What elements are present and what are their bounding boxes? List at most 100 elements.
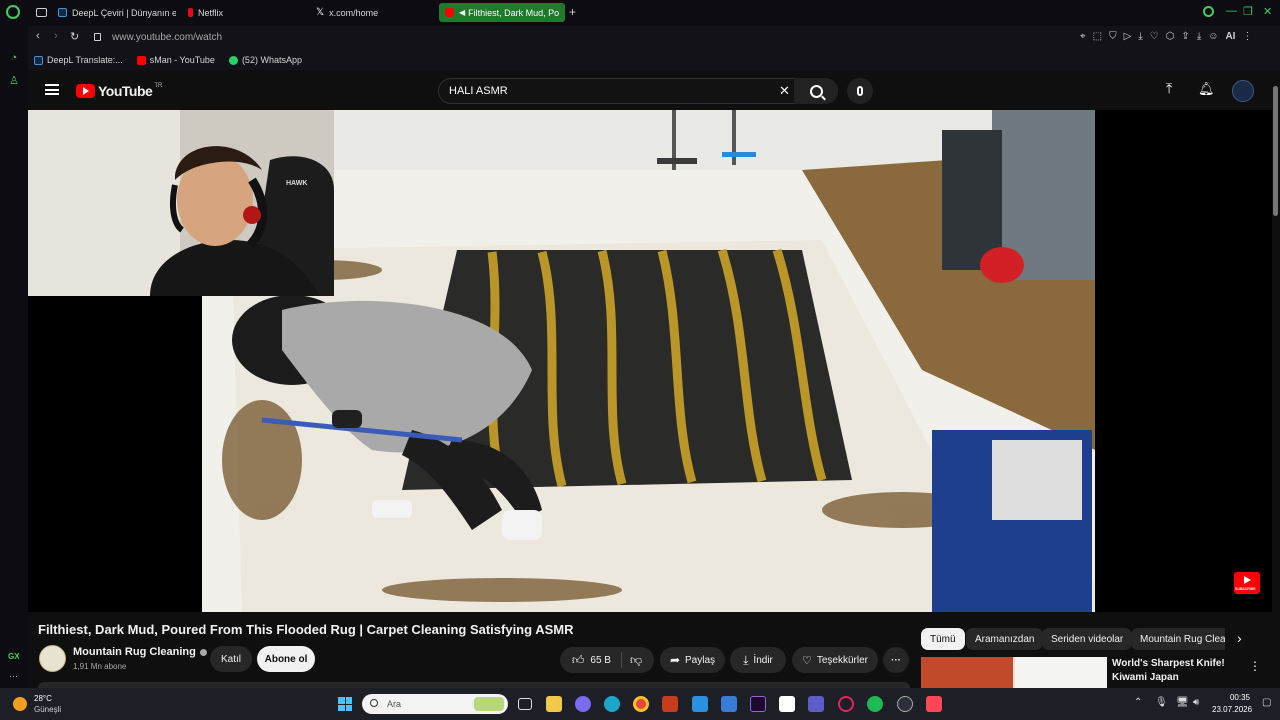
join-button[interactable]: Katıl bbox=[210, 646, 252, 672]
downloads-tray-icon[interactable]: ⤓ bbox=[1197, 31, 1201, 42]
netflix-favicon-icon bbox=[188, 8, 193, 17]
taskbar-date[interactable]: 23.07.2026 bbox=[1212, 705, 1252, 714]
chip-channel[interactable]: Mountain Rug Clea bbox=[1131, 628, 1225, 650]
subscribe-watermark[interactable]: SUBSCRIBE bbox=[1234, 572, 1260, 594]
chip-all[interactable]: Tümü bbox=[921, 628, 965, 650]
tray-network-icon[interactable]: 🖥︎ bbox=[1176, 697, 1189, 708]
thanks-button[interactable]: ♡ Teşekkürler bbox=[792, 647, 878, 673]
teams-icon[interactable] bbox=[808, 696, 824, 712]
more-actions-button[interactable]: ··· bbox=[883, 647, 909, 673]
mail-icon[interactable] bbox=[692, 696, 708, 712]
chip-from-series[interactable]: Seriden videolar bbox=[1042, 628, 1133, 650]
youtube-logo-text: YouTube bbox=[98, 83, 153, 99]
download-button[interactable]: ⤓ İndir bbox=[730, 647, 786, 673]
edge-icon[interactable] bbox=[604, 696, 620, 712]
youtube-favicon-icon bbox=[136, 55, 146, 65]
search-input[interactable]: HALI ASMR bbox=[449, 85, 508, 97]
tab-overview-icon[interactable] bbox=[36, 8, 47, 17]
channel-avatar[interactable] bbox=[39, 645, 66, 672]
menu-dots-icon[interactable]: ⋮ bbox=[1242, 31, 1252, 42]
bookmark-deepl[interactable]: DeepL Translate:... bbox=[34, 55, 123, 65]
new-tab-button[interactable]: + bbox=[569, 5, 576, 19]
steam-icon[interactable] bbox=[897, 696, 913, 712]
file-explorer-icon[interactable] bbox=[546, 696, 562, 712]
tray-volume-icon[interactable]: 🔊︎ bbox=[1193, 697, 1199, 708]
opera-gx-taskbar-icon[interactable] bbox=[838, 696, 854, 712]
chrome-icon[interactable] bbox=[633, 696, 649, 712]
youtube-favicon-icon bbox=[445, 8, 454, 17]
premiere-icon[interactable] bbox=[750, 696, 766, 712]
youtube-logo[interactable]: YouTube TR bbox=[76, 83, 162, 99]
heart-icon[interactable]: ♡ bbox=[1150, 31, 1159, 42]
bookmark-whatsapp[interactable]: (52) WhatsApp bbox=[228, 55, 302, 65]
bookmark-youtube[interactable]: sMan - YouTube bbox=[136, 55, 215, 65]
gx-control-icon[interactable]: ◔ bbox=[7, 52, 21, 66]
chip-from-search[interactable]: Aramanızdan bbox=[966, 628, 1044, 650]
tab-x[interactable]: 𝕏 x.com/home bbox=[316, 3, 436, 22]
profile-icon[interactable]: ☺ bbox=[1208, 31, 1218, 42]
capcut-icon[interactable] bbox=[779, 696, 795, 712]
sidebar-more-icon[interactable]: ··· bbox=[9, 671, 18, 681]
shield-icon[interactable]: ⛉ bbox=[1109, 31, 1117, 42]
tray-mic-icon[interactable]: 🎙︎ bbox=[1155, 697, 1168, 708]
restore-icon[interactable]: ❐ bbox=[1243, 5, 1253, 18]
upload-icon[interactable]: ⤒ bbox=[1166, 80, 1172, 97]
task-view-icon[interactable] bbox=[518, 698, 532, 710]
recommendation-more-icon[interactable]: ⋮ bbox=[1249, 659, 1261, 673]
voice-search-button[interactable] bbox=[847, 78, 873, 104]
bookmark-label: (52) WhatsApp bbox=[241, 55, 302, 65]
back-icon[interactable]: ‹ bbox=[36, 30, 40, 42]
powerpoint-icon[interactable] bbox=[662, 696, 678, 712]
reload-icon[interactable]: ↻ bbox=[70, 30, 79, 43]
spotify-icon[interactable] bbox=[867, 696, 883, 712]
copilot-icon[interactable] bbox=[575, 696, 591, 712]
channel-name[interactable]: Mountain Rug Cleaning bbox=[73, 646, 207, 658]
page-scrollbar[interactable] bbox=[1272, 72, 1280, 612]
subscribe-button[interactable]: Abone ol bbox=[257, 646, 315, 672]
avatar[interactable] bbox=[1232, 80, 1254, 102]
search-button[interactable] bbox=[794, 78, 838, 104]
download-icon[interactable]: ⤓ bbox=[1138, 31, 1142, 42]
like-button[interactable]: 👍︎ 65 B bbox=[572, 653, 611, 668]
tab-youtube-active[interactable]: ◀ Filthiest, Dark Mud, Po bbox=[439, 3, 565, 22]
store-icon[interactable] bbox=[721, 696, 737, 712]
scrollbar-thumb[interactable] bbox=[1273, 86, 1278, 216]
address-bar: ‹ › ↻ www.youtube.com/watch ⌖ ⬚ ⛉ ▷ ⤓ ♡ … bbox=[28, 26, 1280, 50]
aria-ai-icon[interactable]: AI bbox=[1225, 31, 1235, 42]
player-icon[interactable]: ▷ bbox=[1124, 31, 1132, 42]
recommendation-title[interactable]: World's Sharpest Knife! Kiwami Japan bbox=[1112, 657, 1244, 685]
pin-icon[interactable]: ⌖ bbox=[1080, 31, 1086, 42]
url-field[interactable]: www.youtube.com/watch bbox=[112, 32, 222, 43]
extensions-icon[interactable]: ⬡ bbox=[1166, 31, 1175, 42]
tray-overflow-icon[interactable]: ⌃ bbox=[1134, 697, 1142, 708]
notifications-bell-icon[interactable]: 🔔︎ bbox=[1198, 81, 1215, 97]
verified-icon bbox=[199, 648, 207, 656]
opera-gx-logo-icon[interactable] bbox=[6, 5, 20, 19]
video-player[interactable]: HAWK SUBSCRIBE bbox=[28, 110, 1272, 612]
taskbar-time[interactable]: 00:35 bbox=[1226, 693, 1250, 702]
hamburger-menu-icon[interactable] bbox=[45, 84, 59, 95]
dislike-icon[interactable]: 👎︎ bbox=[630, 653, 642, 668]
search-tabs-icon[interactable] bbox=[1203, 6, 1214, 17]
valorant-icon[interactable] bbox=[926, 696, 942, 712]
tab-netflix[interactable]: Netflix bbox=[188, 3, 308, 22]
tab-label: Filthiest, Dark Mud, Po bbox=[468, 7, 560, 18]
bookmarks-bar: DeepL Translate:... sMan - YouTube (52) … bbox=[28, 50, 1280, 70]
snapshot-icon[interactable]: ⬚ bbox=[1093, 31, 1102, 42]
tab-deepl[interactable]: DeepL Çeviri | Dünyanın en bbox=[58, 3, 176, 22]
chips-next-icon[interactable]: › bbox=[1237, 630, 1242, 646]
gx-corner-icon[interactable]: ♙ bbox=[7, 74, 21, 88]
sidebar-gx-label[interactable]: GX bbox=[8, 652, 20, 661]
share-page-icon[interactable]: ⇪ bbox=[1181, 31, 1189, 42]
share-button[interactable]: ➦ Paylaş bbox=[660, 647, 725, 673]
forward-icon[interactable]: › bbox=[54, 30, 58, 42]
notifications-icon[interactable]: ▢ bbox=[1262, 697, 1271, 708]
weather-sun-icon[interactable] bbox=[13, 697, 27, 711]
start-button-icon[interactable] bbox=[338, 697, 352, 711]
close-icon[interactable]: ✕ bbox=[1263, 5, 1272, 18]
clear-search-icon[interactable]: ✕ bbox=[779, 83, 790, 99]
taskbar-search-box[interactable]: Ara bbox=[362, 694, 508, 714]
browser-sidebar: ◔ ♙ GX ··· bbox=[0, 26, 28, 688]
recommendation-thumbnail[interactable] bbox=[921, 657, 1107, 688]
minimize-icon[interactable]: — bbox=[1226, 5, 1237, 17]
